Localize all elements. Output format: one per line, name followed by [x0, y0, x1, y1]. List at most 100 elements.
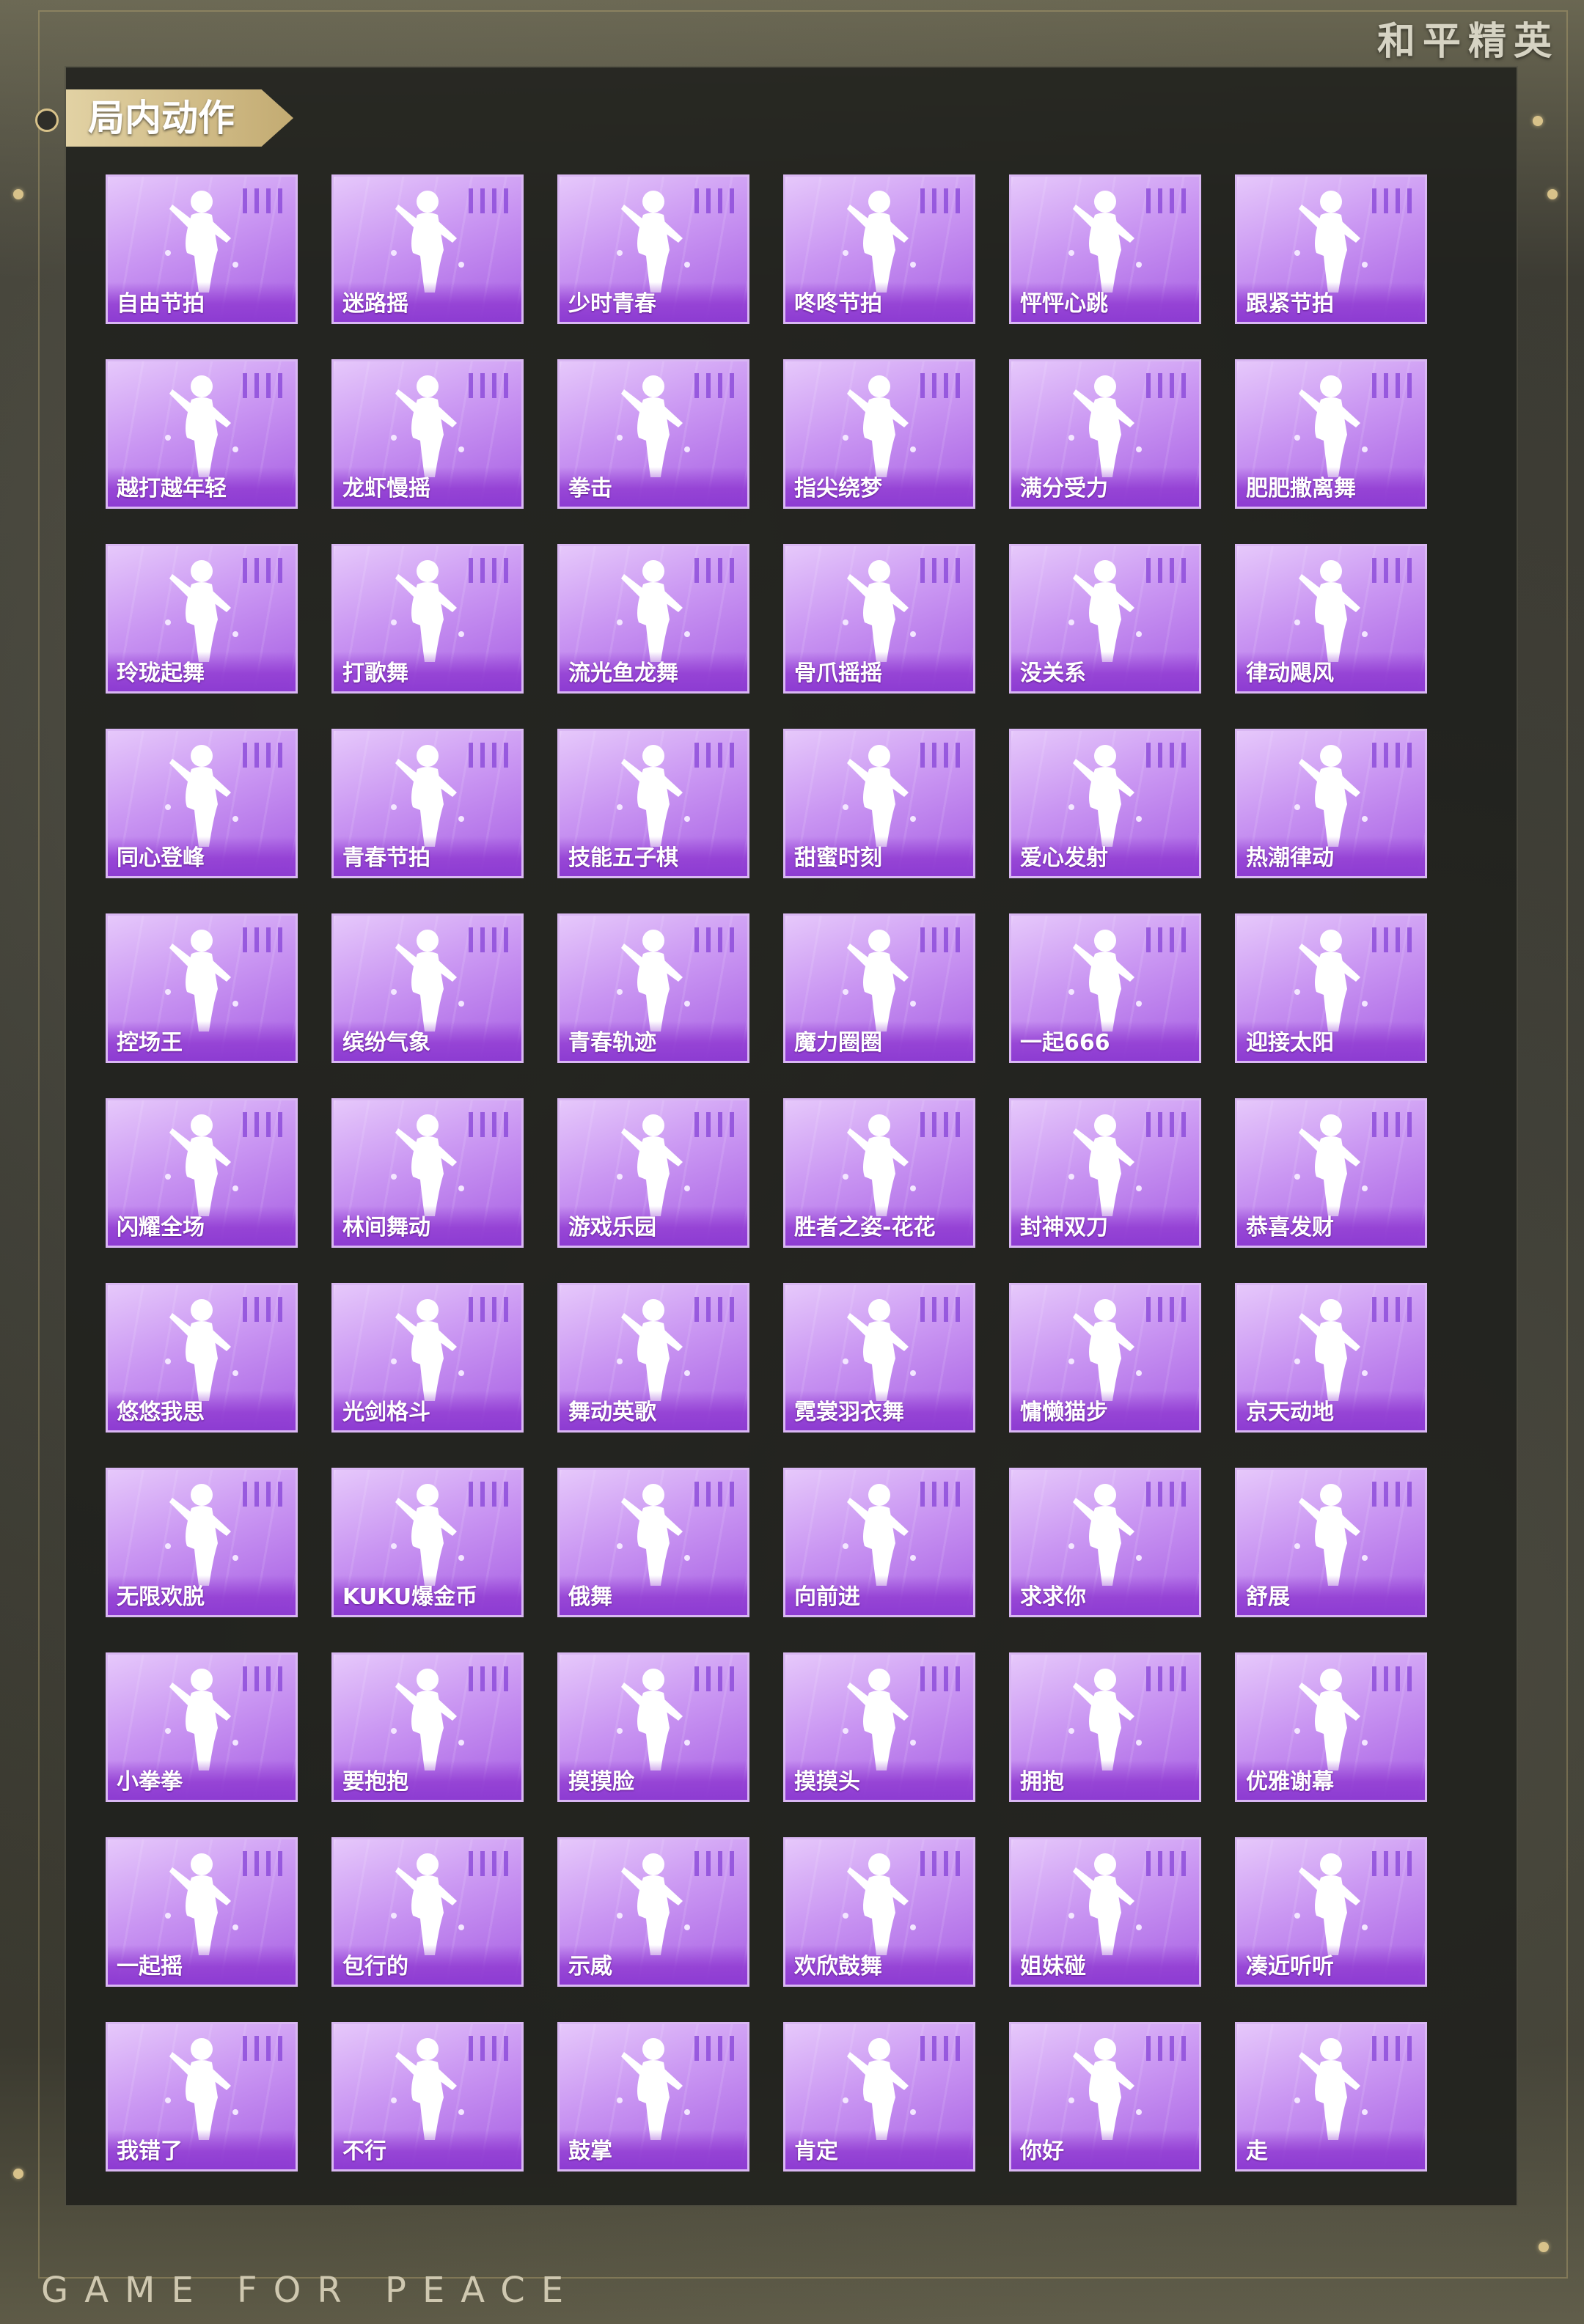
emote-tile[interactable]: 迎接太阳: [1235, 913, 1427, 1063]
emote-name: 满分受力: [1020, 476, 1108, 501]
emote-tile[interactable]: 包行的: [331, 1837, 524, 1987]
emote-tile[interactable]: 拥抱: [1009, 1652, 1201, 1802]
emote-tile[interactable]: 青春轨迹: [557, 913, 749, 1063]
emote-tile[interactable]: 咚咚节拍: [783, 174, 975, 324]
emote-tile[interactable]: 要抱抱: [331, 1652, 524, 1802]
emote-name: 摸摸头: [794, 1769, 860, 1795]
dancer-silhouette-icon: [602, 1106, 705, 1221]
emote-tile[interactable]: 舒展: [1235, 1468, 1427, 1617]
emote-tile[interactable]: 少时青春: [557, 174, 749, 324]
emote-name: 咚咚节拍: [794, 291, 882, 317]
emote-name: 一起摇: [117, 1954, 183, 1979]
dancer-silhouette-icon: [602, 1291, 705, 1405]
emote-tile[interactable]: 自由节拍: [106, 174, 298, 324]
emote-tile[interactable]: 同心登峰: [106, 729, 298, 878]
emote-tile[interactable]: 光剑格斗: [331, 1283, 524, 1433]
emote-tile[interactable]: 悠悠我思: [106, 1283, 298, 1433]
emote-tile[interactable]: 一起666: [1009, 913, 1201, 1063]
emote-tile[interactable]: 封神双刀: [1009, 1098, 1201, 1248]
emote-tile[interactable]: 流光鱼龙舞: [557, 544, 749, 694]
emote-tile[interactable]: 舞动英歌: [557, 1283, 749, 1433]
emote-tile[interactable]: 小拳拳: [106, 1652, 298, 1802]
emote-name: 姐妹碰: [1020, 1954, 1086, 1979]
emote-tile[interactable]: 林间舞动: [331, 1098, 524, 1248]
dancer-silhouette-icon: [376, 2030, 479, 2144]
emote-tile[interactable]: 优雅谢幕: [1235, 1652, 1427, 1802]
dancer-silhouette-icon: [376, 1291, 479, 1405]
emote-tile[interactable]: 恭喜发财: [1235, 1098, 1427, 1248]
emote-name: 摸摸脸: [568, 1769, 634, 1795]
emote-tile[interactable]: 满分受力: [1009, 359, 1201, 509]
emote-tile[interactable]: 青春节拍: [331, 729, 524, 878]
emote-tile[interactable]: 俄舞: [557, 1468, 749, 1617]
emote-name: 示威: [568, 1954, 612, 1979]
emote-tile[interactable]: 控场王: [106, 913, 298, 1063]
dancer-silhouette-icon: [828, 2030, 931, 2144]
emote-tile[interactable]: 技能五子棋: [557, 729, 749, 878]
emote-tile[interactable]: 魔力圈圈: [783, 913, 975, 1063]
dancer-silhouette-icon: [828, 922, 931, 1036]
emote-name: 要抱抱: [342, 1769, 408, 1795]
emote-tile[interactable]: 越打越年轻: [106, 359, 298, 509]
emote-tile[interactable]: 摸摸头: [783, 1652, 975, 1802]
emote-tile[interactable]: 龙虾慢摇: [331, 359, 524, 509]
emote-tile[interactable]: 闪耀全场: [106, 1098, 298, 1248]
frame-dot: [1539, 2242, 1549, 2252]
emote-name: 少时青春: [568, 291, 656, 317]
dancer-silhouette-icon: [602, 1476, 705, 1590]
emote-name: 我错了: [117, 2139, 183, 2164]
emote-tile[interactable]: 慵懒猫步: [1009, 1283, 1201, 1433]
emote-name: 小拳拳: [117, 1769, 183, 1795]
emote-tile[interactable]: 姐妹碰: [1009, 1837, 1201, 1987]
emote-name: 一起666: [1020, 1030, 1110, 1056]
emote-tile[interactable]: 向前进: [783, 1468, 975, 1617]
emote-tile[interactable]: 迷路摇: [331, 174, 524, 324]
emote-tile[interactable]: 欢欣鼓舞: [783, 1837, 975, 1987]
emote-tile[interactable]: 凑近听听: [1235, 1837, 1427, 1987]
emote-tile[interactable]: 你好: [1009, 2022, 1201, 2172]
dancer-silhouette-icon: [1054, 1661, 1156, 1775]
emote-name: 鼓掌: [568, 2139, 612, 2164]
emote-tile[interactable]: 律动飓风: [1235, 544, 1427, 694]
emote-tile[interactable]: 鼓掌: [557, 2022, 749, 2172]
emote-tile[interactable]: 求求你: [1009, 1468, 1201, 1617]
emote-tile[interactable]: KUKU爆金币: [331, 1468, 524, 1617]
emote-tile[interactable]: 缤纷气象: [331, 913, 524, 1063]
emote-tile[interactable]: 热潮律动: [1235, 729, 1427, 878]
emote-tile[interactable]: 肥肥撒离舞: [1235, 359, 1427, 509]
emote-tile[interactable]: 骨爪摇摇: [783, 544, 975, 694]
emote-tile[interactable]: 京天动地: [1235, 1283, 1427, 1433]
dancer-silhouette-icon: [150, 2030, 253, 2144]
emote-tile[interactable]: 爱心发射: [1009, 729, 1201, 878]
emote-tile[interactable]: 跟紧节拍: [1235, 174, 1427, 324]
footer-slogan: GAME FOR PEACE: [41, 2270, 580, 2311]
emote-tile[interactable]: 拳击: [557, 359, 749, 509]
emote-name: 胜者之姿-花花: [794, 1215, 936, 1240]
title-ring-icon: [35, 109, 59, 132]
emote-tile[interactable]: 一起摇: [106, 1837, 298, 1987]
emote-tile[interactable]: 怦怦心跳: [1009, 174, 1201, 324]
emote-tile[interactable]: 肯定: [783, 2022, 975, 2172]
emote-tile[interactable]: 玲珑起舞: [106, 544, 298, 694]
emote-name: 律动飓风: [1246, 661, 1334, 686]
emote-tile[interactable]: 走: [1235, 2022, 1427, 2172]
emote-tile[interactable]: 摸摸脸: [557, 1652, 749, 1802]
emote-tile[interactable]: 我错了: [106, 2022, 298, 2172]
emote-name: 凑近听听: [1246, 1954, 1334, 1979]
emote-tile[interactable]: 无限欢脱: [106, 1468, 298, 1617]
emote-tile[interactable]: 不行: [331, 2022, 524, 2172]
emote-tile[interactable]: 指尖绕梦: [783, 359, 975, 509]
emote-tile[interactable]: 胜者之姿-花花: [783, 1098, 975, 1248]
dancer-silhouette-icon: [150, 922, 253, 1036]
emote-tile[interactable]: 霓裳羽衣舞: [783, 1283, 975, 1433]
dancer-silhouette-icon: [1054, 922, 1156, 1036]
emote-tile[interactable]: 甜蜜时刻: [783, 729, 975, 878]
emote-name: 技能五子棋: [568, 845, 678, 871]
emote-tile[interactable]: 打歌舞: [331, 544, 524, 694]
emote-tile[interactable]: 没关系: [1009, 544, 1201, 694]
emote-name: 迷路摇: [342, 291, 408, 317]
emote-tile[interactable]: 示威: [557, 1837, 749, 1987]
emote-tile[interactable]: 游戏乐园: [557, 1098, 749, 1248]
emote-name: 欢欣鼓舞: [794, 1954, 882, 1979]
emote-name: 俄舞: [568, 1584, 612, 1610]
